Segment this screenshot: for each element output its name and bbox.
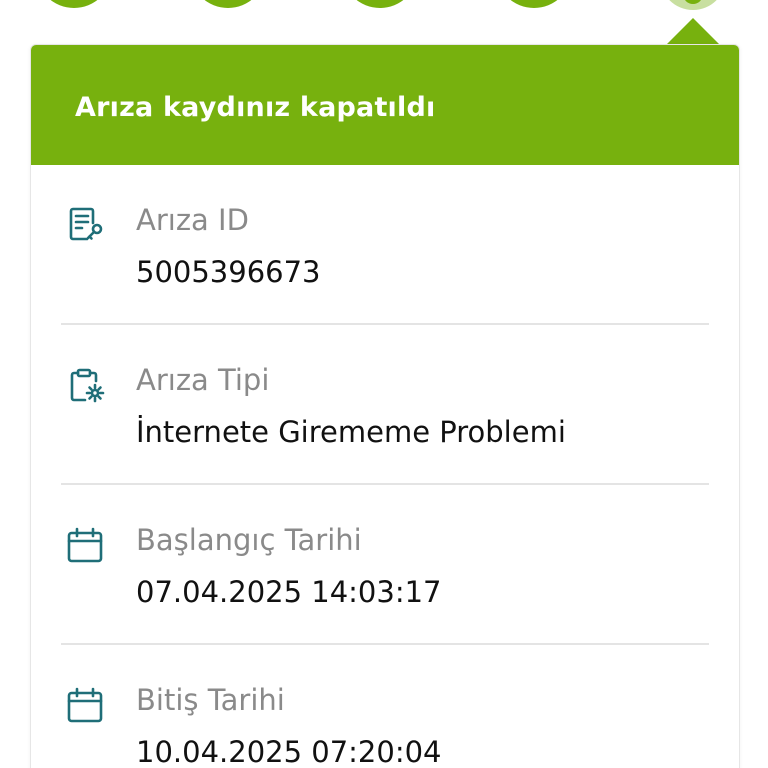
calendar-icon xyxy=(67,527,103,563)
step-indicator-3 xyxy=(342,0,418,8)
detail-row-fault-type: Arıza Tipi İnternete Girememe Problemi xyxy=(31,325,739,485)
step-indicator-1 xyxy=(36,0,112,8)
detail-row-end-date: Bitiş Tarihi 10.04.2025 07:20:04 xyxy=(31,645,739,768)
end-date-value: 10.04.2025 07:20:04 xyxy=(136,735,442,768)
card-title: Arıza kaydınız kapatıldı xyxy=(75,91,436,123)
fault-type-label: Arıza Tipi xyxy=(136,363,270,397)
detail-row-fault-id: Arıza ID 5005396673 xyxy=(31,165,739,325)
fault-details: Arıza ID 5005396673 Arıza Tipi İnternete… xyxy=(31,165,739,768)
calendar-icon xyxy=(67,687,103,723)
fault-id-value: 5005396673 xyxy=(136,255,321,289)
end-date-label: Bitiş Tarihi xyxy=(136,683,285,717)
detail-row-start-date: Başlangıç Tarihi 07.04.2025 14:03:17 xyxy=(31,485,739,645)
step-indicator-2 xyxy=(190,0,266,8)
fault-id-label: Arıza ID xyxy=(136,203,249,237)
document-key-icon xyxy=(69,207,103,241)
card-pointer xyxy=(666,18,720,45)
step-indicator-4 xyxy=(496,0,572,8)
fault-record-page: Arıza kaydınız kapatıldı Arıza ID 500539… xyxy=(0,0,768,768)
fault-status-card: Arıza kaydınız kapatıldı Arıza ID 500539… xyxy=(30,44,740,768)
card-header: Arıza kaydınız kapatıldı xyxy=(31,45,739,165)
step-indicator-current xyxy=(660,0,726,10)
progress-steps xyxy=(0,0,768,20)
clipboard-gear-icon xyxy=(70,368,105,403)
start-date-label: Başlangıç Tarihi xyxy=(136,523,362,557)
fault-type-value: İnternete Girememe Problemi xyxy=(136,415,566,449)
start-date-value: 07.04.2025 14:03:17 xyxy=(136,575,442,609)
